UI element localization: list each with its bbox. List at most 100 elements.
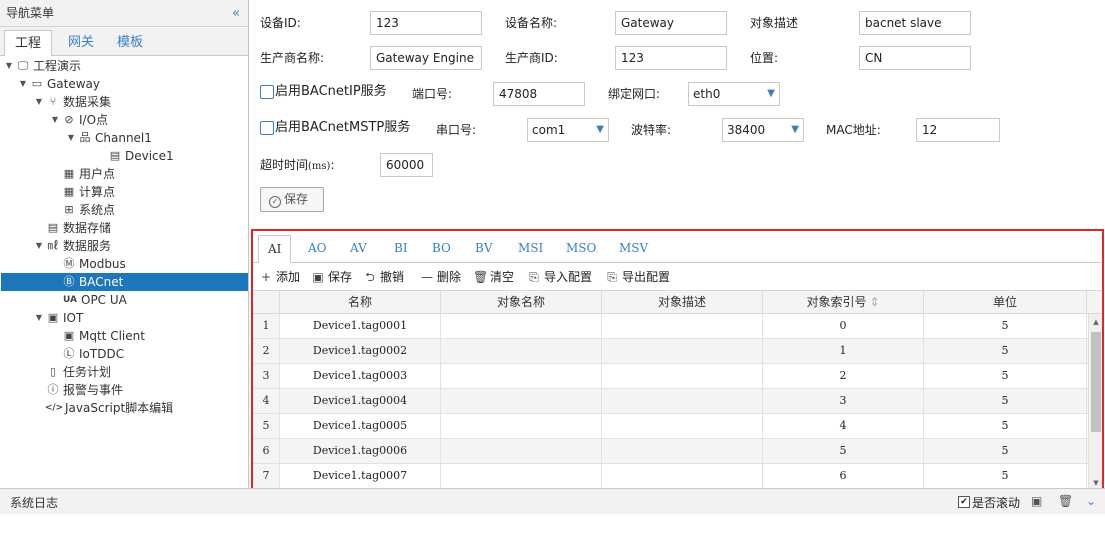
tree-node[interactable]: ▼ 品 Channel1 <box>66 129 152 147</box>
table-row[interactable]: 3 Device1.tag0003 2 5 <box>253 364 1102 389</box>
vendor-id-input[interactable]: 123 <box>615 46 727 70</box>
undo-button[interactable]: ⮌ 撤销 <box>363 268 404 286</box>
save-table-button[interactable]: ▣ 保存 <box>311 268 352 286</box>
cell-object-name[interactable] <box>441 464 602 488</box>
expand-toggle-icon[interactable]: ▼ <box>4 57 14 75</box>
col-name-header[interactable]: 名称 <box>280 291 441 314</box>
expand-toggle-icon[interactable]: ▼ <box>34 309 44 327</box>
object-tab-msv[interactable]: MSV <box>610 235 657 263</box>
tree-node[interactable]: ▦ 计算点 <box>50 183 115 201</box>
bacnet-mstp-checkbox[interactable] <box>260 121 274 135</box>
object-tab-mso[interactable]: MSO <box>557 235 605 263</box>
tree-node[interactable]: ▤ 数据存储 <box>34 219 111 237</box>
tree-node[interactable]: ▣ Mqtt Client <box>50 327 145 345</box>
object-tab-msi[interactable]: MSI <box>509 235 552 263</box>
cell-object-desc[interactable] <box>602 314 763 338</box>
clear-button[interactable]: 🗑 清空 <box>473 268 514 286</box>
cell-object-desc[interactable] <box>602 364 763 388</box>
table-row[interactable]: 2 Device1.tag0002 1 5 <box>253 339 1102 364</box>
port-input[interactable]: 47808 <box>493 82 585 106</box>
table-row[interactable]: 5 Device1.tag0005 4 5 <box>253 414 1102 439</box>
bind-nic-select[interactable]: eth0 ▼ <box>688 82 780 106</box>
cell-object-name[interactable] <box>441 364 602 388</box>
sort-icon[interactable]: ⇕ <box>869 295 879 309</box>
tree-node[interactable]: ▼ ▣ IOT <box>34 309 83 327</box>
cell-object-index[interactable]: 6 <box>763 464 924 488</box>
mac-input[interactable]: 12 <box>916 118 1000 142</box>
cell-unit[interactable]: 5 <box>924 439 1087 463</box>
baud-select[interactable]: 38400 ▼ <box>722 118 804 142</box>
cell-object-name[interactable] <box>441 414 602 438</box>
cell-object-index[interactable]: 5 <box>763 439 924 463</box>
autoscroll-checkbox[interactable]: ✔ <box>958 496 970 508</box>
tree-node[interactable]: UA OPC UA <box>50 291 127 309</box>
cell-object-name[interactable] <box>441 439 602 463</box>
cell-object-name[interactable] <box>441 339 602 363</box>
tree-node[interactable]: Ⓜ Modbus <box>50 255 126 273</box>
col-object-desc-header[interactable]: 对象描述 <box>602 291 763 314</box>
device-id-input[interactable]: 123 <box>370 11 482 35</box>
cell-name[interactable]: Device1.tag0005 <box>280 414 441 438</box>
tree-node[interactable]: ⓘ 报警与事件 <box>34 381 124 399</box>
tree-node[interactable]: ▼ ⊘ I/O点 <box>50 111 108 129</box>
object-tab-bv[interactable]: BV <box>466 235 501 263</box>
cell-object-desc[interactable] <box>602 414 763 438</box>
expand-toggle-icon[interactable]: ▼ <box>66 129 76 147</box>
object-tab-bo[interactable]: BO <box>423 235 460 263</box>
object-tab-ao[interactable]: AO <box>299 235 336 263</box>
cell-unit[interactable]: 5 <box>924 414 1087 438</box>
table-row[interactable]: 1 Device1.tag0001 0 5 <box>253 314 1102 339</box>
col-object-name-header[interactable]: 对象名称 <box>441 291 602 314</box>
object-tab-bi[interactable]: BI <box>385 235 417 263</box>
tree-node[interactable]: Ⓑ BACnet <box>50 273 124 291</box>
vendor-name-input[interactable]: Gateway Engine <box>370 46 482 70</box>
scroll-down-icon[interactable]: ▼ <box>1089 479 1102 487</box>
add-button[interactable]: + 添加 <box>259 268 300 286</box>
cell-unit[interactable]: 5 <box>924 339 1087 363</box>
object-tab-ai[interactable]: AI <box>258 235 292 263</box>
tree-node[interactable]: ▼ ㎖数据服务 <box>34 237 111 255</box>
cell-object-desc[interactable] <box>602 464 763 488</box>
tree-node[interactable]: ⊞ 系统点 <box>50 201 115 219</box>
tree-node[interactable]: ▼ ▭ Gateway <box>18 75 100 93</box>
table-row[interactable]: 7 Device1.tag0007 6 5 <box>253 464 1102 489</box>
cell-object-desc[interactable] <box>602 439 763 463</box>
col-object-index-header[interactable]: 对象索引号 ⇕ <box>763 291 924 314</box>
cell-name[interactable]: Device1.tag0001 <box>280 314 441 338</box>
tree-node[interactable]: ▯ 任务计划 <box>34 363 111 381</box>
scroll-thumb[interactable] <box>1091 332 1101 432</box>
tab-template[interactable]: 模板 <box>107 30 153 56</box>
cell-object-index[interactable]: 4 <box>763 414 924 438</box>
tree-node[interactable]: ▼ ⑂ 数据采集 <box>34 93 111 111</box>
cell-object-name[interactable] <box>441 389 602 413</box>
cell-object-index[interactable]: 0 <box>763 314 924 338</box>
cell-object-index[interactable]: 1 <box>763 339 924 363</box>
scroll-up-icon[interactable]: ▲ <box>1089 318 1102 326</box>
table-row[interactable]: 6 Device1.tag0006 5 5 <box>253 439 1102 464</box>
clear-log-icon[interactable]: 🗑 <box>1058 494 1073 508</box>
location-input[interactable]: CN <box>859 46 971 70</box>
cell-name[interactable]: Device1.tag0003 <box>280 364 441 388</box>
cell-name[interactable]: Device1.tag0002 <box>280 339 441 363</box>
delete-button[interactable]: — 删除 <box>420 268 461 286</box>
cell-name[interactable]: Device1.tag0006 <box>280 439 441 463</box>
save-log-icon[interactable]: ▣ <box>1031 494 1042 508</box>
cell-unit[interactable]: 5 <box>924 389 1087 413</box>
row-number-header[interactable] <box>253 291 280 314</box>
cell-object-index[interactable]: 3 <box>763 389 924 413</box>
cell-name[interactable]: Device1.tag0004 <box>280 389 441 413</box>
grid-scrollbar[interactable]: ▲ ▼ <box>1088 314 1102 489</box>
expand-down-icon[interactable]: ⌄ <box>1086 494 1096 508</box>
bacnet-ip-checkbox[interactable] <box>260 85 274 99</box>
expand-toggle-icon[interactable]: ▼ <box>34 237 44 255</box>
cell-unit[interactable]: 5 <box>924 314 1087 338</box>
tree-node[interactable]: ▦ 用户点 <box>50 165 115 183</box>
cell-object-index[interactable]: 2 <box>763 364 924 388</box>
device-name-input[interactable]: Gateway <box>615 11 727 35</box>
timeout-input[interactable]: 60000 <box>380 153 433 177</box>
collapse-icon[interactable]: « <box>232 0 240 27</box>
cell-object-desc[interactable] <box>602 339 763 363</box>
col-unit-header[interactable]: 单位 <box>924 291 1087 314</box>
tab-gateway[interactable]: 网关 <box>58 30 104 56</box>
tree-node[interactable]: </> JavaScript脚本编辑 <box>34 399 173 417</box>
